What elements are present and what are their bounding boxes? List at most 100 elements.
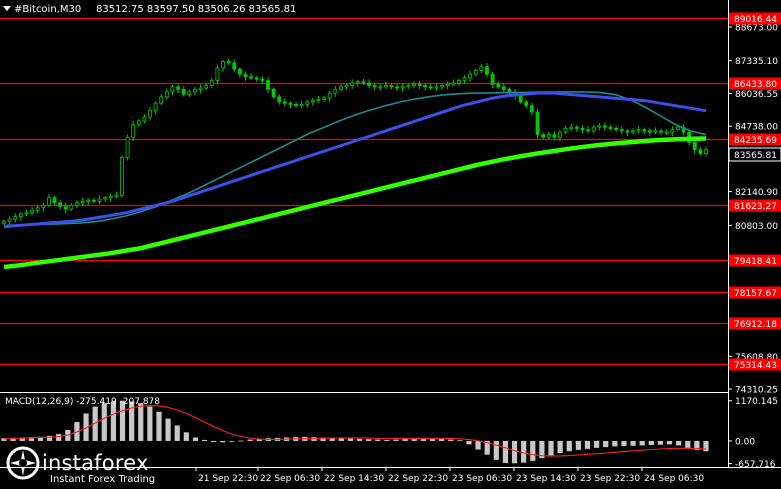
candle-body: [327, 92, 332, 99]
candle-body: [108, 196, 113, 199]
candle-body: [541, 134, 546, 138]
macd-bar: [557, 440, 563, 453]
candle-body: [383, 85, 388, 88]
candle-body: [608, 126, 613, 129]
candle-body: [243, 73, 248, 78]
candle-body: [563, 127, 568, 133]
candle-body: [676, 126, 680, 131]
candle-body: [187, 91, 192, 95]
candle-body: [249, 76, 254, 79]
candle-body: [209, 80, 214, 86]
macd-bar: [439, 438, 445, 441]
candle-body: [125, 136, 130, 158]
candle-body: [299, 104, 304, 107]
candle-body: [97, 198, 102, 202]
time-tick-label: 23 Sep 06:30: [452, 474, 512, 484]
candle-body: [114, 194, 119, 197]
candle-body: [24, 212, 29, 215]
macd-label: MACD(12,26,9) -275.419 -207.878: [5, 397, 160, 407]
candle-body: [496, 83, 501, 88]
candle-body: [198, 87, 203, 90]
candle-body: [52, 197, 57, 204]
candle-body: [468, 73, 473, 79]
macd-bar: [466, 440, 472, 445]
candle-body: [18, 213, 23, 218]
candle-body: [372, 85, 377, 88]
candle-body: [530, 105, 534, 113]
level-label: 75314.43: [734, 361, 777, 371]
level-label: 79418.41: [734, 257, 777, 267]
candle-body: [647, 130, 652, 133]
level-label: 76912.18: [734, 320, 777, 330]
candle-body: [361, 81, 366, 84]
candle-body: [271, 88, 276, 98]
candle-body: [456, 80, 461, 84]
candle-body: [367, 82, 371, 86]
macd-bar: [648, 440, 654, 446]
macd-bar: [220, 440, 226, 443]
candle-body: [614, 127, 619, 131]
candle-body: [586, 129, 590, 132]
candle-body: [193, 88, 197, 93]
candle-body: [305, 101, 310, 105]
candle-body: [316, 99, 321, 102]
candle-body: [63, 206, 68, 210]
candle-body: [698, 149, 703, 155]
macd-bar: [548, 440, 554, 456]
candle-body: [288, 102, 293, 105]
candle-body: [310, 100, 315, 103]
price-tick-label: 84738.00: [735, 123, 778, 133]
candle-body: [69, 204, 74, 210]
macd-bar: [657, 440, 664, 445]
macd-bar: [575, 440, 581, 450]
macd-tick-label: 1170.145: [735, 397, 778, 407]
time-tick-label: 23 Sep 22:30: [580, 474, 640, 484]
macd-bar: [666, 440, 673, 445]
candle-body: [704, 149, 708, 155]
macd-bar: [448, 439, 454, 441]
price-tick-label: 87335.10: [735, 57, 778, 67]
candle-body: [47, 197, 51, 206]
candle-body: [215, 67, 220, 81]
candle-body: [440, 85, 444, 88]
price-tick-label: 86036.55: [735, 90, 778, 100]
candle-body: [597, 125, 602, 128]
candle-body: [619, 129, 624, 132]
candle-body: [692, 141, 697, 151]
candle-body: [636, 129, 641, 132]
chart-canvas[interactable]: 88673.00 87335.10 86036.55 84738.00 82140.90…: [0, 0, 781, 489]
candle-body: [75, 202, 79, 206]
candle-body: [2, 221, 6, 224]
candle-body: [350, 82, 355, 86]
candle-body: [204, 85, 209, 89]
candle-body: [378, 86, 383, 89]
candle-body: [664, 131, 669, 134]
candle-body: [473, 70, 478, 75]
macd-bar: [356, 438, 363, 441]
candle-body: [30, 209, 34, 214]
candle-body: [423, 85, 428, 88]
candle-body: [518, 95, 523, 103]
candle-body: [254, 77, 259, 80]
triangle-down-icon[interactable]: [3, 6, 11, 11]
macd-bar: [156, 411, 162, 441]
candle-body: [277, 96, 282, 103]
candle-body: [58, 202, 63, 207]
candle-body: [355, 81, 360, 84]
candle-body: [226, 61, 231, 64]
macd-bar: [384, 439, 390, 441]
macd-bar: [593, 440, 600, 448]
price-tick-label: 74310.25: [735, 386, 778, 396]
trading-terminal: 88673.00 87335.10 86036.55 84738.00 82140.90…: [0, 0, 781, 489]
candle-body: [176, 86, 180, 90]
macd-axis: 1170.145 0.00 -657.716: [728, 397, 778, 470]
candle-body: [344, 85, 349, 88]
candle-body: [80, 201, 85, 204]
candle-body: [322, 97, 327, 100]
macd-bar: [101, 403, 107, 441]
candle-body: [625, 130, 630, 133]
candle-body: [653, 130, 658, 133]
candle-body: [574, 126, 579, 129]
macd-bar: [621, 440, 627, 447]
candle-body: [91, 199, 96, 202]
